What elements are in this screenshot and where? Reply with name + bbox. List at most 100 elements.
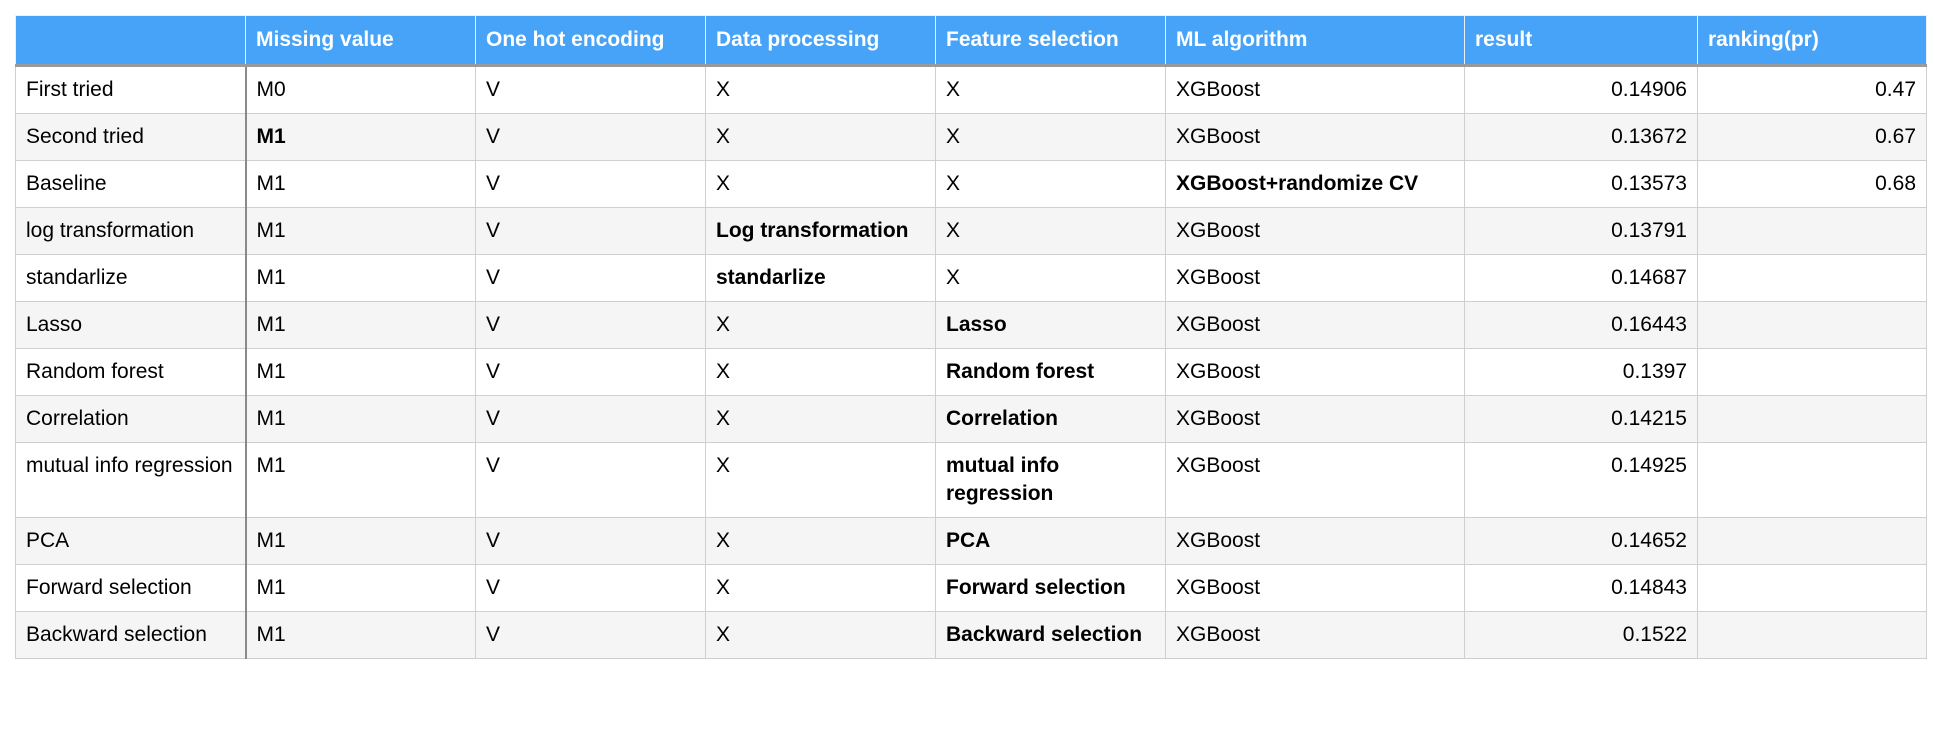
- table-row: Lasso M1 V X Lasso XGBoost 0.16443: [15, 301, 1927, 349]
- cell-ranking: 0.47: [1697, 65, 1927, 114]
- cell-missing-value: M1: [245, 611, 476, 659]
- cell-result: 0.13672: [1464, 113, 1698, 161]
- table-row: Backward selection M1 V X Backward selection…: [15, 611, 1927, 659]
- cell-missing-value: M1: [245, 207, 476, 255]
- cell-one-hot-encoding: V: [475, 611, 706, 659]
- cell-ranking: [1697, 301, 1927, 349]
- table-header: Missing value One hot encoding Data proces…: [15, 15, 1927, 67]
- cell-ranking: [1697, 611, 1927, 659]
- column-header-ml-algorithm: ML algorithm: [1165, 15, 1465, 67]
- cell-data-processing: X: [705, 348, 936, 396]
- cell-experiment: Lasso: [15, 301, 247, 349]
- column-header-one-hot-encoding: One hot encoding: [475, 15, 706, 67]
- cell-feature-selection: mutual info regression: [935, 442, 1166, 518]
- cell-missing-value: M1: [245, 160, 476, 208]
- cell-feature-selection: X: [935, 207, 1166, 255]
- table-row: Baseline M1 V X X XGBoost+randomize CV 0.13573…: [15, 160, 1927, 208]
- cell-ml-algorithm: XGBoost: [1165, 254, 1465, 302]
- cell-ml-algorithm: XGBoost: [1165, 395, 1465, 443]
- column-header-missing-value: Missing value: [245, 15, 476, 67]
- cell-result: 0.14906: [1464, 65, 1698, 114]
- column-header-experiment: [15, 15, 246, 67]
- cell-missing-value: M1: [245, 395, 476, 443]
- cell-ml-algorithm: XGBoost: [1165, 65, 1465, 114]
- cell-result: 0.1397: [1464, 348, 1698, 396]
- cell-ml-algorithm: XGBoost: [1165, 301, 1465, 349]
- cell-feature-selection: PCA: [935, 517, 1166, 565]
- cell-missing-value: M1: [245, 348, 476, 396]
- cell-missing-value: M0: [245, 65, 476, 114]
- cell-feature-selection: X: [935, 113, 1166, 161]
- cell-ml-algorithm: XGBoost: [1165, 207, 1465, 255]
- cell-feature-selection: Lasso: [935, 301, 1166, 349]
- cell-feature-selection: Backward selection: [935, 611, 1166, 659]
- cell-feature-selection: X: [935, 254, 1166, 302]
- table-row: log transformation M1 V Log transformation X…: [15, 207, 1927, 255]
- cell-data-processing: X: [705, 395, 936, 443]
- cell-experiment: standarlize: [15, 254, 247, 302]
- cell-data-processing: X: [705, 301, 936, 349]
- cell-data-processing: X: [705, 442, 936, 518]
- cell-missing-value: M1: [245, 517, 476, 565]
- cell-one-hot-encoding: V: [475, 160, 706, 208]
- cell-ranking: [1697, 442, 1927, 518]
- cell-one-hot-encoding: V: [475, 207, 706, 255]
- cell-data-processing: X: [705, 113, 936, 161]
- cell-ranking: [1697, 348, 1927, 396]
- cell-feature-selection: Forward selection: [935, 564, 1166, 612]
- cell-feature-selection: Random forest: [935, 348, 1166, 396]
- cell-missing-value: M1: [245, 564, 476, 612]
- cell-result: 0.14215: [1464, 395, 1698, 443]
- cell-one-hot-encoding: V: [475, 113, 706, 161]
- cell-ranking: [1697, 395, 1927, 443]
- cell-data-processing: X: [705, 517, 936, 565]
- cell-ml-algorithm: XGBoost+randomize CV: [1165, 160, 1465, 208]
- cell-ml-algorithm: XGBoost: [1165, 517, 1465, 565]
- table-body: First tried M0 V X X XGBoost 0.14906 0.47 Second…: [15, 65, 1927, 659]
- column-header-ranking: ranking(pr): [1697, 15, 1927, 67]
- cell-result: 0.1522: [1464, 611, 1698, 659]
- cell-ml-algorithm: XGBoost: [1165, 564, 1465, 612]
- table-row: PCA M1 V X PCA XGBoost 0.14652: [15, 517, 1927, 565]
- cell-ml-algorithm: XGBoost: [1165, 348, 1465, 396]
- cell-experiment: Random forest: [15, 348, 247, 396]
- cell-data-processing: X: [705, 564, 936, 612]
- cell-result: 0.14652: [1464, 517, 1698, 565]
- cell-data-processing: X: [705, 65, 936, 114]
- results-table: Missing value One hot encoding Data proces…: [15, 15, 1927, 659]
- cell-one-hot-encoding: V: [475, 65, 706, 114]
- column-header-result: result: [1464, 15, 1698, 67]
- table-row: Correlation M1 V X Correlation XGBoost 0.14215: [15, 395, 1927, 443]
- cell-experiment: log transformation: [15, 207, 247, 255]
- cell-ml-algorithm: XGBoost: [1165, 113, 1465, 161]
- cell-ml-algorithm: XGBoost: [1165, 611, 1465, 659]
- cell-feature-selection: X: [935, 160, 1166, 208]
- cell-experiment: First tried: [15, 65, 247, 114]
- cell-result: 0.14687: [1464, 254, 1698, 302]
- cell-ml-algorithm: XGBoost: [1165, 442, 1465, 518]
- table-row: mutual info regression M1 V Xmutual info re…: [15, 442, 1927, 518]
- cell-experiment: Correlation: [15, 395, 247, 443]
- cell-ranking: [1697, 564, 1927, 612]
- cell-ranking: 0.68: [1697, 160, 1927, 208]
- cell-one-hot-encoding: V: [475, 442, 706, 518]
- cell-result: 0.16443: [1464, 301, 1698, 349]
- cell-experiment: Second tried: [15, 113, 247, 161]
- cell-missing-value: M1: [245, 442, 476, 518]
- cell-experiment: Backward selection: [15, 611, 247, 659]
- cell-ranking: [1697, 254, 1927, 302]
- cell-one-hot-encoding: V: [475, 395, 706, 443]
- cell-one-hot-encoding: V: [475, 348, 706, 396]
- cell-experiment: Baseline: [15, 160, 247, 208]
- cell-experiment: Forward selection: [15, 564, 247, 612]
- cell-result: 0.13791: [1464, 207, 1698, 255]
- cell-one-hot-encoding: V: [475, 564, 706, 612]
- cell-one-hot-encoding: V: [475, 254, 706, 302]
- cell-experiment: mutual info regression: [15, 442, 247, 518]
- cell-result: 0.14843: [1464, 564, 1698, 612]
- table-row: First tried M0 V X X XGBoost 0.14906 0.47: [15, 65, 1927, 114]
- cell-result: 0.14925: [1464, 442, 1698, 518]
- cell-missing-value: M1: [245, 113, 476, 161]
- cell-experiment: PCA: [15, 517, 247, 565]
- table-row: Random forest M1 V X Random forest XGBoost 0.1…: [15, 348, 1927, 396]
